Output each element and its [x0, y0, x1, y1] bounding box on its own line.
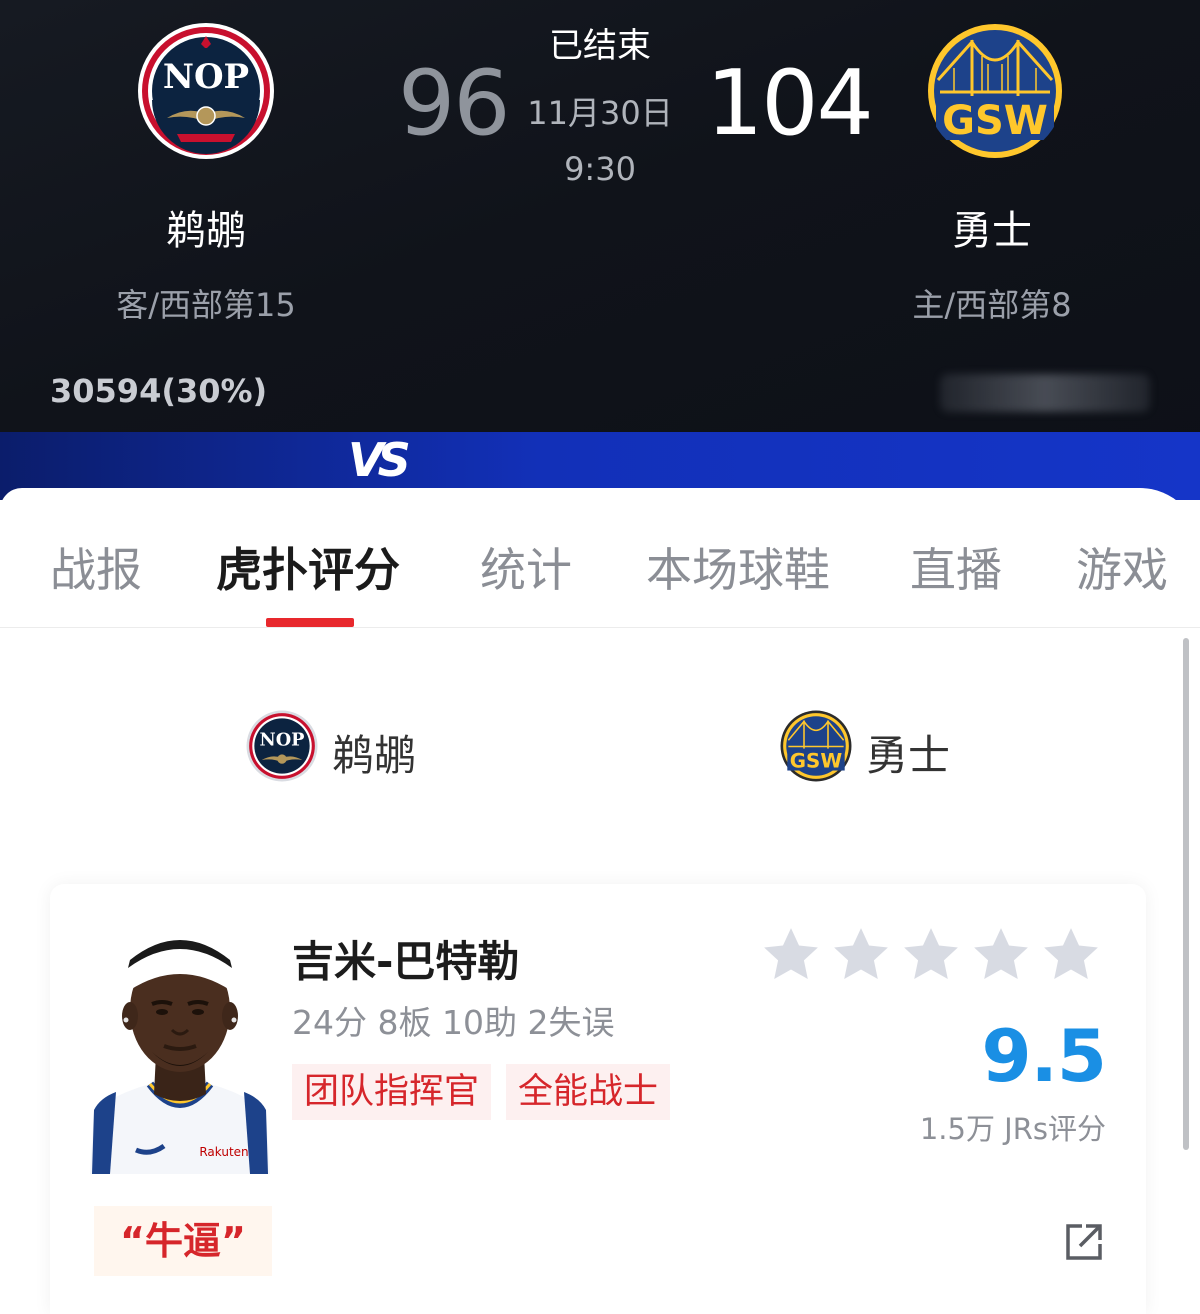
game-time: 9:30	[564, 150, 636, 188]
home-score: 104	[706, 51, 874, 156]
tab-stats[interactable]: 统计	[480, 534, 572, 600]
tab-hupu-rating[interactable]: 虎扑评分	[216, 534, 400, 600]
pelicans-logo[interactable]: NOP	[137, 22, 275, 160]
star-icon[interactable]	[760, 924, 822, 986]
star-icon[interactable]	[970, 924, 1032, 986]
star-icon[interactable]	[830, 924, 892, 986]
away-vote-count: 30594(30%)	[50, 372, 268, 410]
tab-games[interactable]: 游戏	[1076, 534, 1168, 600]
active-tab-indicator	[266, 618, 354, 627]
home-vote-count-blurred	[940, 374, 1150, 412]
away-team-rank: 客/西部第15	[116, 286, 296, 324]
player-rating-card[interactable]: Rakuten 吉米-巴特勒 24分 8板 10助 2失误 团队指挥官 全能战士	[50, 884, 1146, 1314]
rating-stars[interactable]	[760, 924, 1110, 986]
svg-text:GSW: GSW	[942, 98, 1048, 144]
home-team-name: 勇士	[952, 208, 1032, 254]
pelicans-logo: NOP	[246, 710, 318, 782]
scrollbar[interactable]	[1183, 638, 1189, 1150]
player-stats: 24分 8板 10助 2失误	[292, 1003, 615, 1042]
svg-text:Rakuten: Rakuten	[199, 1145, 248, 1159]
tab-report[interactable]: 战报	[50, 534, 142, 600]
top-comment[interactable]: “牛逼”	[94, 1206, 272, 1276]
tab-live[interactable]: 直播	[910, 534, 1002, 600]
game-date: 11月30日	[527, 94, 673, 132]
player-rating-score: 9.5	[981, 1014, 1107, 1098]
player-tag: 全能战士	[506, 1064, 671, 1120]
content-panel: 战报 虎扑评分 统计 本场球鞋 直播 游戏 NOP 鹈鹕 GSW 勇士 Raku…	[0, 488, 1200, 1314]
vs-logo: VS	[348, 433, 411, 487]
svg-text:NOP: NOP	[163, 57, 249, 97]
player-name: 吉米-巴特勒	[292, 937, 520, 986]
game-status: 已结束	[549, 26, 651, 66]
svg-text:NOP: NOP	[260, 729, 305, 750]
game-header: VS NOP GSW 鹈鹕 勇士 客/西部第15 主/西部第8 96 104 已…	[0, 0, 1200, 500]
player-tag: 团队指挥官	[292, 1064, 492, 1120]
star-icon[interactable]	[900, 924, 962, 986]
rating-count: 1.5万 JRs评分	[919, 1112, 1106, 1146]
away-team-name: 鹈鹕	[166, 208, 246, 254]
home-team-rank: 主/西部第8	[912, 286, 1072, 324]
warriors-logo[interactable]: GSW	[926, 22, 1064, 160]
team-select-label: 鹈鹕	[332, 731, 417, 780]
star-icon[interactable]	[1040, 924, 1102, 986]
tab-sneakers[interactable]: 本场球鞋	[646, 534, 830, 600]
team-select-label: 勇士	[866, 731, 951, 780]
player-photo: Rakuten	[90, 940, 270, 1174]
warriors-logo: GSW	[780, 710, 852, 782]
away-score: 96	[398, 51, 511, 156]
share-icon[interactable]	[1062, 1220, 1106, 1264]
svg-text:GSW: GSW	[790, 749, 843, 772]
tab-bar: 战报 虎扑评分 统计 本场球鞋 直播 游戏	[0, 488, 1200, 628]
